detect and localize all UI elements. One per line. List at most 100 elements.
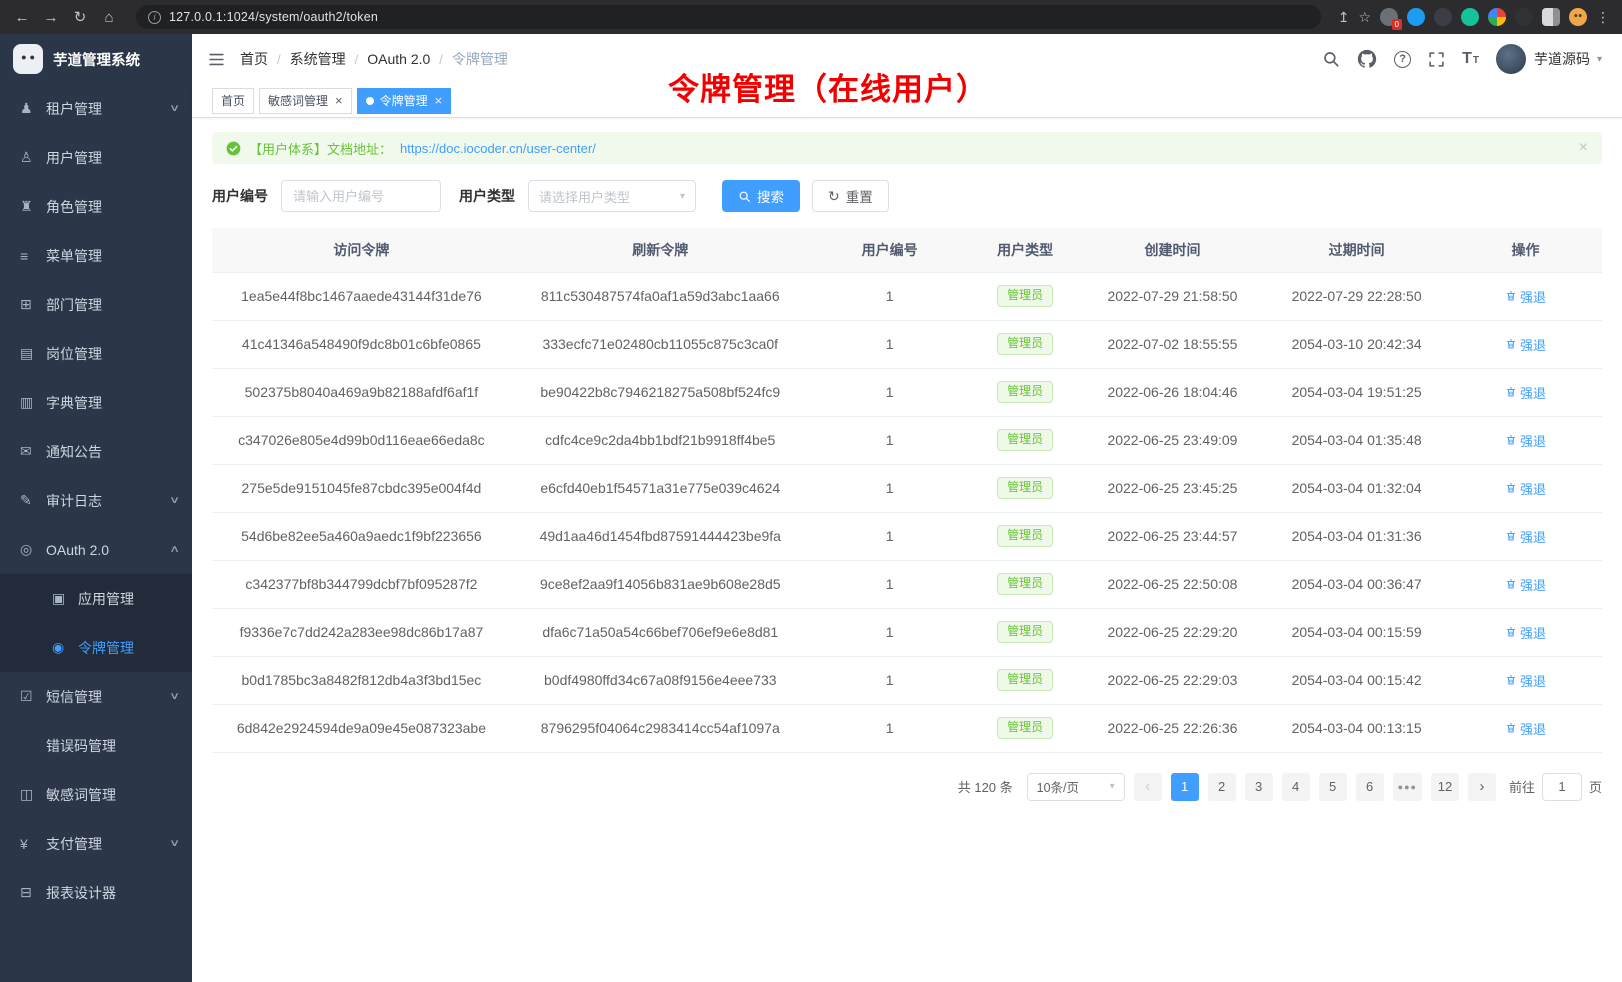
breadcrumb-item-0[interactable]: 首页 <box>240 49 268 69</box>
page-button-1[interactable]: 1 <box>1171 773 1199 801</box>
page-button-12[interactable]: 12 <box>1431 773 1459 801</box>
pagination: 共 120 条 10条/页 ▾ ‹ 123456●●●12 › 前往 页 <box>212 773 1602 801</box>
action-cell: 强退 <box>1449 272 1602 320</box>
reset-button[interactable]: ↻ 重置 <box>812 180 889 212</box>
bookmark-star-icon[interactable]: ☆ <box>1358 9 1371 26</box>
sidebar-item-8[interactable]: ✎审计日志∨ <box>0 476 192 525</box>
close-icon[interactable]: × <box>1579 140 1588 156</box>
page-button-6[interactable]: 6 <box>1356 773 1384 801</box>
create-time-cell: 2022-07-02 18:55:55 <box>1081 320 1264 368</box>
profile-avatar-icon[interactable] <box>1569 8 1587 26</box>
tab-close-icon[interactable]: × <box>335 94 343 107</box>
goto-page: 前往 页 <box>1509 773 1602 801</box>
tab-close-icon[interactable]: × <box>435 94 443 107</box>
reload-icon[interactable]: ↻ <box>70 8 90 26</box>
sidebar-item-9[interactable]: ◎OAuth 2.0∧ <box>0 525 192 574</box>
sidebar-item-label: 部门管理 <box>46 295 102 315</box>
next-page-button[interactable]: › <box>1468 773 1496 801</box>
extension-icon-4[interactable] <box>1461 8 1479 26</box>
force-logout-button[interactable]: 强退 <box>1505 719 1546 738</box>
force-logout-button[interactable]: 强退 <box>1505 479 1546 498</box>
sidebar-item-6[interactable]: ▥字典管理 <box>0 378 192 427</box>
pages-ellipsis[interactable]: ●●● <box>1393 773 1422 801</box>
breadcrumb-separator: / <box>439 52 443 67</box>
sidebar-item-12[interactable]: ◫敏感词管理 <box>0 770 192 819</box>
chevron-down-icon[interactable]: ▾ <box>1597 54 1602 65</box>
extension-icon-6[interactable] <box>1515 8 1533 26</box>
collapse-sidebar-icon[interactable] <box>208 51 225 68</box>
site-info-icon[interactable]: i <box>148 11 161 24</box>
sidebar-item-1[interactable]: ♙用户管理 <box>0 133 192 182</box>
browser-chrome: ← → ↻ ⌂ i 127.0.0.1:1024/system/oauth2/t… <box>0 0 1622 34</box>
sidebar-item-4[interactable]: ⊞部门管理 <box>0 280 192 329</box>
sidebar-item-14[interactable]: ⊟报表设计器 <box>0 868 192 917</box>
sidebar-item-7[interactable]: ✉通知公告 <box>0 427 192 476</box>
force-logout-button[interactable]: 强退 <box>1505 335 1546 354</box>
side-panel-icon[interactable] <box>1542 8 1560 26</box>
page-button-2[interactable]: 2 <box>1208 773 1236 801</box>
sidebar-item-10[interactable]: ☑短信管理∨ <box>0 672 192 721</box>
app-title: 芋道管理系统 <box>53 49 140 70</box>
tab-2[interactable]: 令牌管理× <box>357 88 452 114</box>
page-button-4[interactable]: 4 <box>1282 773 1310 801</box>
sidebar-subitem-9-0[interactable]: ▣应用管理 <box>0 574 192 623</box>
force-logout-button[interactable]: 强退 <box>1505 575 1546 594</box>
fullscreen-icon[interactable] <box>1428 51 1445 68</box>
share-icon[interactable]: ↥ <box>1338 9 1350 26</box>
sidebar-item-11[interactable]: 错误码管理 <box>0 721 192 770</box>
browser-menu-icon[interactable]: ⋮ <box>1596 9 1610 26</box>
app-logo[interactable]: 芋道管理系统 <box>0 34 192 84</box>
github-icon[interactable] <box>1357 49 1377 69</box>
page-button-3[interactable]: 3 <box>1245 773 1273 801</box>
breadcrumb: 首页/系统管理/OAuth 2.0/令牌管理 <box>240 49 508 69</box>
sidebar-item-0[interactable]: ♟租户管理∨ <box>0 84 192 133</box>
user-type-select[interactable]: 请选择用户类型 ▾ <box>528 180 696 212</box>
help-icon[interactable]: ? <box>1394 51 1411 68</box>
breadcrumb-item-1[interactable]: 系统管理 <box>290 49 346 69</box>
force-logout-button[interactable]: 强退 <box>1505 287 1546 306</box>
success-check-icon <box>226 141 241 156</box>
extension-icon-1[interactable]: 0 <box>1380 8 1398 26</box>
tab-0[interactable]: 首页 <box>212 88 254 114</box>
extension-icon-3[interactable] <box>1434 8 1452 26</box>
tab-1[interactable]: 敏感词管理× <box>259 88 352 114</box>
page-size-select[interactable]: 10条/页 ▾ <box>1027 773 1125 801</box>
force-logout-button[interactable]: 强退 <box>1505 527 1546 546</box>
force-logout-button[interactable]: 强退 <box>1505 671 1546 690</box>
back-icon[interactable]: ← <box>12 9 32 26</box>
address-bar[interactable]: i 127.0.0.1:1024/system/oauth2/token <box>136 5 1321 29</box>
breadcrumb-item-3: 令牌管理 <box>452 49 508 69</box>
sidebar-item-5[interactable]: ▤岗位管理 <box>0 329 192 378</box>
chevron-down-icon: ∨ <box>169 838 180 849</box>
url-text: 127.0.0.1:1024/system/oauth2/token <box>169 10 378 24</box>
sidebar-item-3[interactable]: ≡菜单管理 <box>0 231 192 280</box>
prev-page-button[interactable]: ‹ <box>1134 773 1162 801</box>
user-id-input[interactable] <box>281 180 441 212</box>
sidebar: 芋道管理系统 ♟租户管理∨♙用户管理♜角色管理≡菜单管理⊞部门管理▤岗位管理▥字… <box>0 34 192 982</box>
force-logout-button[interactable]: 强退 <box>1505 623 1546 642</box>
user-id-cell: 1 <box>810 416 970 464</box>
font-size-icon[interactable]: TT <box>1462 50 1479 68</box>
sidebar-subitem-9-1[interactable]: ◉令牌管理 <box>0 623 192 672</box>
breadcrumb-item-2[interactable]: OAuth 2.0 <box>367 51 430 67</box>
search-button[interactable]: 搜索 <box>722 180 800 212</box>
home-icon[interactable]: ⌂ <box>99 9 119 26</box>
sidebar-item-13[interactable]: ¥支付管理∨ <box>0 819 192 868</box>
search-icon[interactable] <box>1322 50 1340 68</box>
force-logout-button[interactable]: 强退 <box>1505 383 1546 402</box>
extension-icon-2[interactable] <box>1407 8 1425 26</box>
goto-page-input[interactable] <box>1542 773 1582 801</box>
access-token-cell: 502375b8040a469a9b82188afdf6af1f <box>212 368 511 416</box>
expire-time-cell: 2054-03-04 00:15:42 <box>1264 656 1449 704</box>
sidebar-item-label: 报表设计器 <box>46 883 116 903</box>
extension-icon-5[interactable] <box>1488 8 1506 26</box>
user-type-cell: 管理员 <box>970 272 1081 320</box>
page-button-5[interactable]: 5 <box>1319 773 1347 801</box>
doc-link[interactable]: https://doc.iocoder.cn/user-center/ <box>400 141 596 156</box>
application-icon: ▣ <box>52 590 78 607</box>
sidebar-item-2[interactable]: ♜角色管理 <box>0 182 192 231</box>
forward-icon[interactable]: → <box>41 9 61 26</box>
force-logout-button[interactable]: 强退 <box>1505 431 1546 450</box>
user-avatar[interactable] <box>1496 44 1526 74</box>
user-name[interactable]: 芋道源码 <box>1534 49 1590 69</box>
